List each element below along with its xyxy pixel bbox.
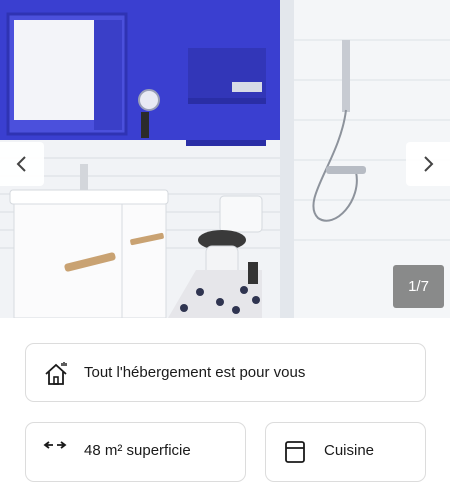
feature-card-kitchen[interactable]: Cuisine bbox=[265, 422, 426, 482]
feature-card-area[interactable]: 48 m² superficie bbox=[25, 422, 246, 482]
bathroom-photo bbox=[0, 0, 450, 318]
photo-gallery[interactable]: 1/7 bbox=[0, 0, 450, 318]
kitchen-icon bbox=[285, 441, 305, 463]
feature-label-kitchen: Cuisine bbox=[324, 442, 375, 459]
home-icon bbox=[45, 362, 67, 385]
accommodation-label: Tout l'hébergement est pour vous bbox=[84, 364, 306, 381]
previous-photo-button[interactable] bbox=[0, 142, 44, 186]
next-photo-button[interactable] bbox=[406, 142, 450, 186]
feature-label-area: 48 m² superficie bbox=[84, 442, 191, 459]
accommodation-type-card[interactable]: Tout l'hébergement est pour vous bbox=[25, 343, 426, 402]
chevron-left-icon bbox=[16, 156, 26, 172]
area-arrows-icon bbox=[43, 441, 67, 449]
chevron-right-icon bbox=[424, 156, 434, 172]
photo-counter: 1/7 bbox=[393, 265, 444, 308]
